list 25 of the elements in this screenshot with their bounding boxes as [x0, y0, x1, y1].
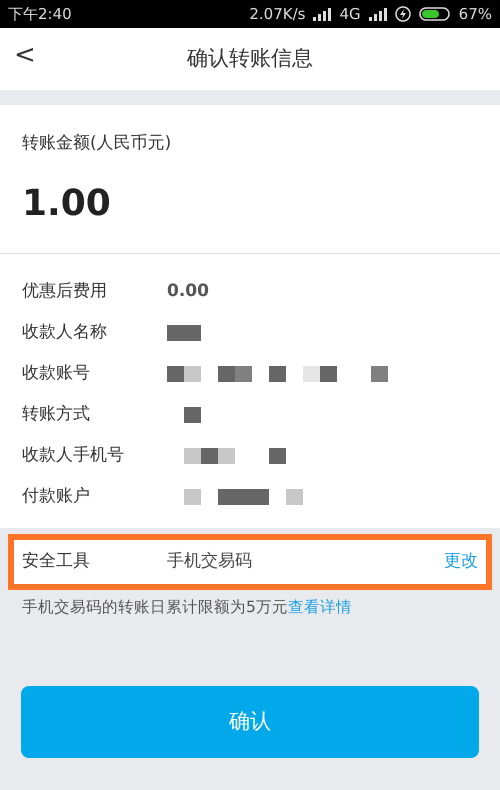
network-speed: 2.07K/s	[249, 4, 306, 25]
detail-label: 转账方式	[22, 403, 91, 426]
battery-icon	[418, 7, 451, 21]
amount-value: 1.00	[22, 182, 112, 226]
change-link[interactable]: 更改	[444, 548, 478, 574]
network-type: 4G	[339, 4, 361, 25]
detail-value: 0.00	[167, 280, 209, 304]
security-label: 安全工具	[22, 550, 91, 573]
security-value: 手机交易码	[167, 550, 252, 573]
detail-label: 付款账户	[22, 485, 91, 508]
detail-label: 收款人名称	[22, 321, 108, 344]
amount-label: 转账金额(人民币元)	[22, 132, 172, 155]
detail-label: 优惠后费用	[22, 280, 108, 304]
confirm-button[interactable]: 确认	[21, 686, 479, 758]
battery-percent: 67%	[458, 4, 492, 25]
clock: 下午2:40	[8, 4, 72, 25]
detail-label: 收款人手机号	[22, 444, 125, 468]
back-button[interactable]: <	[14, 42, 36, 68]
detail-label: 收款账号	[22, 362, 91, 386]
details-link[interactable]: 查看详情	[288, 598, 352, 616]
charging-icon	[394, 6, 411, 22]
signal-icon	[313, 8, 332, 20]
limit-note: 手机交易码的转账日累计限额为5万元查看详情	[21, 596, 353, 618]
page-title: 确认转账信息	[187, 45, 313, 72]
signal-icon	[368, 8, 387, 20]
